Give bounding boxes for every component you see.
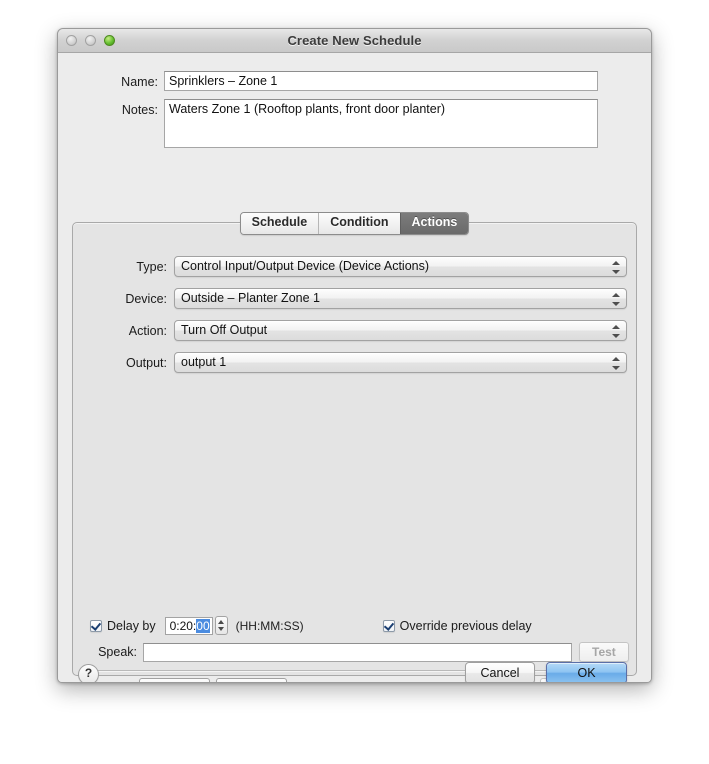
- tab-actions[interactable]: Actions: [399, 213, 469, 234]
- delay-row: Delay by 0:20:00 (HH:MM:SS) Override pre…: [90, 616, 621, 635]
- delay-time-field[interactable]: 0:20:00: [164, 616, 213, 635]
- actions-tab-panel: Type: Control Input/Output Device (Devic…: [72, 222, 637, 682]
- device-row: Device: Outside – Planter Zone 1: [73, 288, 636, 309]
- help-button-icon[interactable]: ?: [78, 664, 99, 682]
- dialog-footer: ? Cancel OK: [58, 654, 651, 682]
- override-previous-delay-checkbox[interactable]: [382, 619, 395, 632]
- chevron-updown-icon: [612, 324, 621, 339]
- device-select[interactable]: Outside – Planter Zone 1: [174, 288, 627, 309]
- tab-group: Schedule Condition Actions: [239, 212, 470, 235]
- output-row: Output: output 1: [73, 352, 636, 373]
- tab-schedule[interactable]: Schedule: [240, 213, 319, 234]
- output-select-value: output 1: [181, 355, 227, 369]
- chevron-updown-icon: [612, 292, 621, 307]
- delay-format-hint: (HH:MM:SS): [235, 618, 304, 633]
- output-label: Output:: [126, 355, 167, 370]
- device-select-value: Outside – Planter Zone 1: [181, 291, 320, 305]
- override-previous-delay-label: Override previous delay: [399, 618, 532, 633]
- name-input[interactable]: [164, 71, 598, 91]
- name-row: Name:: [58, 71, 651, 91]
- tab-condition[interactable]: Condition: [318, 213, 400, 234]
- device-label: Device:: [125, 291, 167, 306]
- output-select[interactable]: output 1: [174, 352, 627, 373]
- type-select-value: Control Input/Output Device (Device Acti…: [181, 259, 430, 273]
- cancel-button[interactable]: Cancel: [465, 662, 535, 682]
- delay-time-stepper[interactable]: [214, 616, 228, 635]
- name-label: Name:: [121, 75, 158, 89]
- type-select[interactable]: Control Input/Output Device (Device Acti…: [174, 256, 627, 277]
- notes-textarea[interactable]: [164, 99, 598, 148]
- action-select-value: Turn Off Output: [181, 323, 268, 337]
- delay-time-hm: 0:20:: [169, 618, 197, 633]
- window-controls: [66, 35, 115, 46]
- zoom-button-icon[interactable]: [104, 35, 115, 46]
- notes-row: Notes:: [58, 99, 651, 148]
- override-group: Override previous delay: [382, 618, 532, 633]
- type-row: Type: Control Input/Output Device (Devic…: [73, 256, 636, 277]
- delay-time-seconds: 00: [196, 618, 210, 633]
- tab-bar: Schedule Condition Actions: [72, 212, 637, 235]
- notes-label: Notes:: [121, 103, 158, 117]
- action-row: Action: Turn Off Output: [73, 320, 636, 341]
- chevron-updown-icon: [612, 260, 621, 275]
- chevron-updown-icon: [612, 356, 621, 371]
- create-new-schedule-window: Create New Schedule Name: Notes: Type: C…: [57, 28, 652, 683]
- close-button-icon[interactable]: [66, 35, 77, 46]
- minimize-button-icon[interactable]: [85, 35, 96, 46]
- action-label: Action:: [128, 323, 167, 338]
- delay-by-checkbox[interactable]: [90, 619, 102, 632]
- dialog-content: Name: Notes: Type: Control Input/Output …: [58, 71, 651, 682]
- window-title: Create New Schedule: [287, 33, 422, 48]
- window-titlebar: Create New Schedule: [58, 29, 651, 53]
- type-label: Type:: [136, 259, 167, 274]
- action-select[interactable]: Turn Off Output: [174, 320, 627, 341]
- ok-button[interactable]: OK: [546, 662, 627, 682]
- delay-by-label: Delay by: [107, 618, 156, 633]
